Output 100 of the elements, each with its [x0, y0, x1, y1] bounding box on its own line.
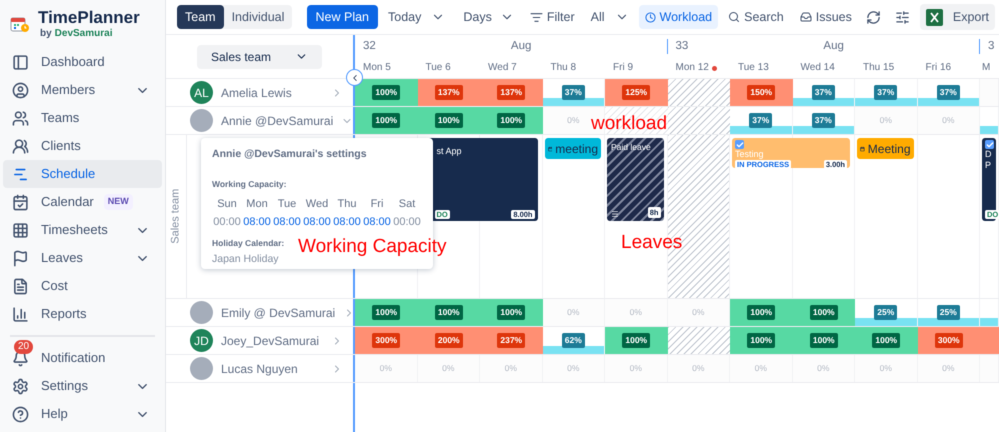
range-dropdown[interactable]: Days: [457, 5, 520, 29]
view-tab[interactable]: Team: [177, 5, 224, 29]
percent-badge: 100%: [747, 333, 776, 348]
leave-title: Paid leave: [611, 141, 651, 154]
percent-label: 0%: [942, 362, 954, 375]
month-label: Aug: [823, 40, 844, 52]
task-note: P: [985, 160, 992, 171]
holiday-value: Japan Holiday: [212, 252, 279, 268]
percent-label: 0%: [692, 306, 704, 319]
nav-item[interactable]: Settings: [3, 372, 162, 400]
nav-label: Teams: [41, 109, 80, 128]
view-tab[interactable]: Individual: [224, 5, 292, 29]
issues-button[interactable]: Issues: [794, 5, 858, 29]
day-label: Thu 15: [863, 62, 894, 74]
grid-icon: [12, 222, 29, 238]
nav-item[interactable]: Clients: [3, 132, 162, 160]
task-title: Testing: [735, 149, 765, 160]
user-circle-icon: [12, 82, 29, 98]
new-plan-button[interactable]: New Plan: [306, 5, 378, 29]
nav-item[interactable]: Schedule: [3, 160, 162, 188]
nav-item[interactable]: Help: [3, 400, 162, 428]
percent-label: 0%: [692, 362, 704, 375]
nav-label: Help: [41, 405, 68, 424]
new-badge: NEW: [104, 194, 133, 210]
percent-label: 0%: [504, 362, 517, 375]
member-name[interactable]: Joey_DevSamurai: [221, 332, 320, 350]
clock-icon: [644, 12, 656, 22]
refresh-icon[interactable]: [866, 10, 881, 24]
nav-item[interactable]: Timesheets: [3, 216, 162, 244]
percent-badge: 62%: [562, 333, 585, 348]
event-card[interactable]: Meeting: [857, 138, 914, 159]
settings-sliders-icon[interactable]: [894, 10, 910, 24]
percent-label: 0%: [880, 362, 892, 375]
workload-toggle[interactable]: Workload: [638, 5, 718, 29]
nav-label: Timesheets: [41, 221, 108, 240]
nav-label: Leaves: [41, 249, 83, 268]
count-badge: 20: [14, 340, 34, 354]
avatar: AL: [190, 81, 213, 104]
annotation-label: Working Capacity: [298, 237, 447, 256]
percent-badge: 300%: [372, 333, 400, 348]
member-name[interactable]: Emily @ DevSamurai: [221, 304, 336, 322]
hours-value: 08:00: [332, 214, 362, 230]
percent-badge: 237%: [497, 333, 526, 348]
week-number: 3: [988, 40, 994, 52]
percent-badge: 100%: [497, 113, 526, 128]
percent-label: 0%: [442, 362, 454, 375]
nav-item[interactable]: Calendar NEW: [3, 188, 162, 216]
search-button[interactable]: Search: [722, 5, 790, 29]
day-label: Wed 7: [488, 62, 517, 74]
nav-item[interactable]: Cost: [3, 272, 162, 300]
weekday-label: Thu: [336, 196, 358, 212]
percent-badge: 100%: [434, 305, 463, 320]
capacity-label: Working Capacity:: [212, 178, 288, 190]
people-icon: [12, 138, 29, 154]
today-button[interactable]: Today: [382, 5, 428, 29]
percent-label: 0%: [880, 114, 892, 127]
member-name[interactable]: Amelia Lewis: [221, 84, 292, 102]
workload-bar: [980, 126, 998, 134]
nav-item[interactable]: Reports: [3, 300, 162, 328]
avatar-photo-placeholder: [190, 109, 213, 132]
percent-badge: 100%: [622, 333, 650, 348]
percent-label: 0%: [630, 306, 642, 319]
check-icon: [986, 140, 994, 148]
menu-icon: [611, 210, 619, 218]
nav-item[interactable]: Leaves: [3, 244, 162, 272]
percent-badge: 37%: [936, 85, 960, 100]
hours-value: 00:00: [212, 214, 242, 230]
workload-cell: [668, 327, 730, 354]
percent-badge: 37%: [562, 85, 585, 100]
event-card[interactable]: meeting: [544, 138, 601, 159]
team-dropdown[interactable]: Sales team: [197, 44, 322, 68]
export-button[interactable]: Export: [920, 4, 995, 30]
day-label: Fri 9: [613, 62, 633, 74]
nav-label: Notification: [41, 349, 106, 368]
flag-icon: [12, 250, 29, 266]
week-number: 33: [676, 40, 688, 52]
by-label: by: [40, 28, 52, 40]
month-label: Aug: [510, 40, 532, 52]
member-name[interactable]: Annie @DevSamurai: [221, 112, 334, 130]
week-number: 32: [363, 40, 376, 52]
nav-item[interactable]: Dashboard: [3, 48, 162, 76]
day-label: Wed 14: [800, 62, 835, 74]
percent-badge: 100%: [372, 113, 400, 128]
nav-item[interactable]: Teams: [3, 104, 162, 132]
calendar-icon: [12, 194, 29, 210]
nav-label: Cost: [41, 277, 68, 296]
nav-item[interactable]: Members: [3, 76, 162, 104]
day-label: Mon 12: [676, 62, 709, 74]
collapse-button[interactable]: [346, 69, 363, 86]
holiday-label: Holiday Calendar:: [212, 236, 284, 250]
nav-label: Clients: [41, 137, 81, 156]
filter-dropdown[interactable]: All: [584, 5, 635, 29]
inbox-icon: [800, 11, 812, 23]
bar-chart-icon: [12, 306, 29, 322]
nav-label: Calendar: [41, 193, 94, 212]
weekday-label: Sun: [216, 196, 238, 212]
member-name[interactable]: Lucas Nguyen: [221, 360, 298, 378]
filter-button[interactable]: Filter: [524, 5, 581, 29]
checkbox[interactable]: [985, 140, 994, 149]
percent-badge: 137%: [497, 85, 526, 100]
